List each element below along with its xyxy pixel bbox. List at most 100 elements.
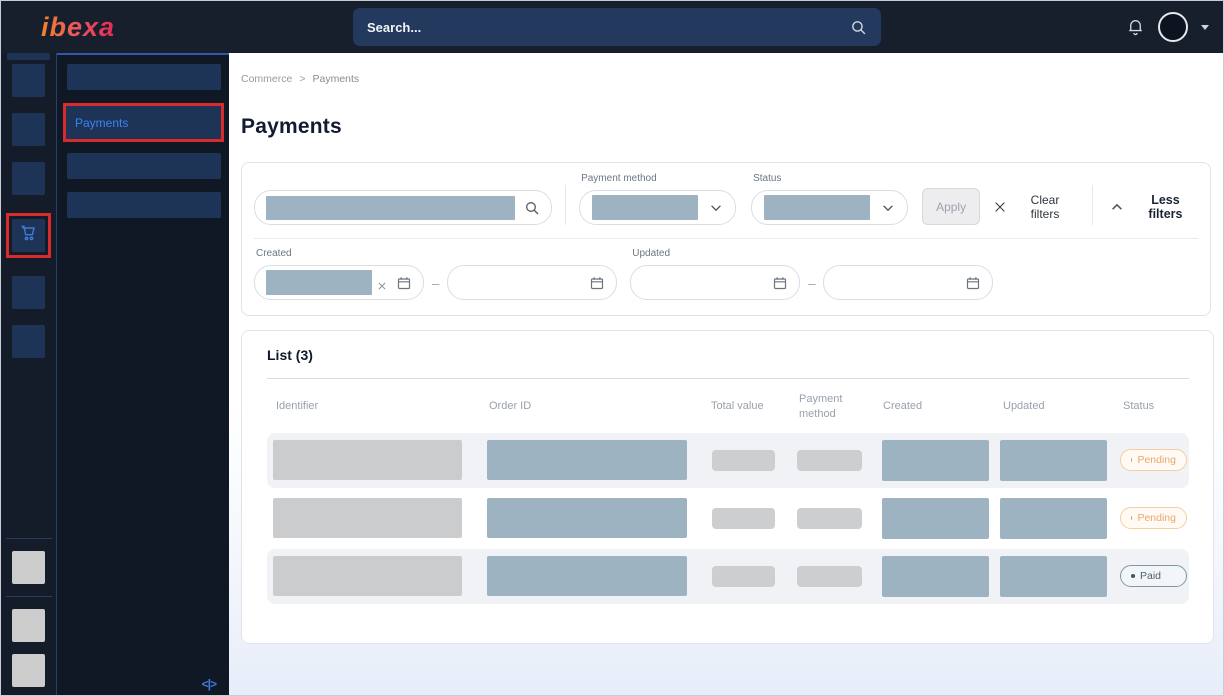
updated-range-inputs bbox=[630, 265, 800, 300]
payment-method-placeholder bbox=[797, 508, 862, 529]
calendar-icon[interactable] bbox=[396, 275, 412, 291]
rail-bottom-item-2[interactable] bbox=[12, 609, 45, 642]
status-label: Paid bbox=[1140, 570, 1161, 582]
rail-bottom-item-1[interactable] bbox=[12, 551, 45, 584]
status-badge: Paid bbox=[1120, 565, 1187, 587]
breadcrumb-section[interactable]: Commerce bbox=[241, 73, 292, 85]
table-header: Identifier Order ID Total value Payment … bbox=[267, 379, 1189, 433]
search-icon[interactable] bbox=[850, 19, 867, 36]
user-avatar[interactable] bbox=[1158, 12, 1188, 42]
main-content: Commerce > Payments Payments bbox=[229, 53, 1223, 695]
search-value-placeholder bbox=[266, 196, 515, 220]
created-to-input[interactable] bbox=[447, 265, 617, 300]
payment-method-placeholder bbox=[797, 450, 862, 471]
global-search-input[interactable] bbox=[367, 20, 850, 35]
updated-placeholder bbox=[1000, 556, 1107, 597]
filter-divider bbox=[1092, 185, 1093, 225]
column-header-status: Status bbox=[1114, 399, 1187, 414]
notifications-bell-icon[interactable] bbox=[1126, 17, 1145, 37]
created-range-inputs bbox=[254, 265, 424, 300]
rail-item-3[interactable] bbox=[12, 162, 45, 195]
updated-placeholder bbox=[1000, 498, 1107, 539]
status-badge: Pending bbox=[1120, 449, 1187, 471]
status-dot-icon bbox=[1131, 574, 1135, 578]
status-label: Pending bbox=[1137, 454, 1176, 466]
payment-method-group: Payment method bbox=[579, 173, 736, 225]
breadcrumb-current: Payments bbox=[312, 73, 359, 85]
total-value-placeholder bbox=[712, 508, 775, 529]
rail-bottom-group bbox=[1, 532, 56, 695]
rail-top-strip bbox=[7, 53, 50, 60]
column-header-order-id: Order ID bbox=[480, 399, 560, 414]
filters-row-1: Payment method Status bbox=[242, 163, 1210, 238]
created-placeholder bbox=[882, 556, 989, 597]
rail-item-5[interactable] bbox=[12, 276, 45, 309]
clear-date-icon[interactable] bbox=[377, 278, 387, 288]
secondary-sidebar: Payments <|> bbox=[57, 53, 229, 695]
clear-filters-button[interactable]: Clear filters bbox=[993, 188, 1075, 225]
status-select[interactable] bbox=[751, 190, 908, 225]
ibexa-logo[interactable]: ibexa bbox=[41, 12, 115, 43]
rail-divider bbox=[6, 538, 52, 539]
created-label: Created bbox=[256, 248, 424, 259]
search-icon[interactable] bbox=[524, 200, 540, 216]
identifier-placeholder bbox=[273, 556, 462, 596]
order-id-placeholder bbox=[487, 440, 687, 480]
updated-placeholder bbox=[1000, 440, 1107, 481]
calendar-icon[interactable] bbox=[772, 275, 788, 291]
apply-button[interactable]: Apply bbox=[922, 188, 980, 225]
sidebar-item-3[interactable] bbox=[67, 153, 221, 179]
updated-range-group: Updated bbox=[630, 248, 800, 300]
table-row[interactable]: Paid bbox=[267, 549, 1189, 604]
sidebar-collapse-icon[interactable]: <|> bbox=[202, 677, 216, 691]
sidebar-item-4[interactable] bbox=[67, 192, 221, 218]
global-search[interactable] bbox=[353, 8, 881, 46]
chevron-up-icon bbox=[1110, 200, 1124, 214]
less-filters-button[interactable]: Less filters bbox=[1110, 188, 1198, 225]
payments-highlight-box: Payments bbox=[63, 103, 224, 142]
topbar: ibexa bbox=[1, 1, 1223, 53]
rail-item-2[interactable] bbox=[12, 113, 45, 146]
filter-search-field[interactable] bbox=[254, 190, 552, 225]
calendar-icon[interactable] bbox=[589, 275, 605, 291]
order-id-placeholder bbox=[487, 556, 687, 596]
table-row[interactable]: Pending bbox=[267, 433, 1189, 488]
created-from-value-placeholder bbox=[266, 270, 372, 295]
rail-item-1[interactable] bbox=[12, 64, 45, 97]
sidebar-item-1[interactable] bbox=[67, 64, 221, 90]
list-title: List (3) bbox=[267, 347, 1189, 363]
breadcrumb: Commerce > Payments bbox=[241, 73, 1214, 85]
column-header-payment-method: Payment method bbox=[790, 392, 870, 422]
payment-method-value-placeholder bbox=[592, 195, 698, 220]
sidebar-item-payments-label: Payments bbox=[66, 116, 128, 130]
less-filters-label: Less filters bbox=[1133, 193, 1198, 221]
created-from-input[interactable] bbox=[254, 265, 424, 300]
table-row[interactable]: Pending bbox=[267, 491, 1189, 546]
rail-bottom-item-3[interactable] bbox=[12, 654, 45, 687]
payment-method-placeholder bbox=[797, 566, 862, 587]
payment-method-select[interactable] bbox=[579, 190, 736, 225]
total-value-placeholder bbox=[712, 450, 775, 471]
breadcrumb-separator: > bbox=[299, 73, 305, 85]
status-dot-icon bbox=[1131, 458, 1132, 462]
identifier-placeholder bbox=[273, 440, 462, 480]
rail-item-6[interactable] bbox=[12, 325, 45, 358]
range-separator: – bbox=[432, 276, 439, 291]
caret-down-icon[interactable] bbox=[1201, 25, 1209, 30]
column-header-total-value: Total value bbox=[702, 399, 782, 414]
updated-from-input[interactable] bbox=[630, 265, 800, 300]
rail-divider bbox=[6, 596, 52, 597]
created-placeholder bbox=[882, 498, 989, 539]
total-value-placeholder bbox=[712, 566, 775, 587]
calendar-icon[interactable] bbox=[965, 275, 981, 291]
updated-label: Updated bbox=[632, 248, 800, 259]
body-row: Payments <|> Commerce > Payments Payment… bbox=[1, 53, 1223, 695]
status-label: Pending bbox=[1137, 512, 1176, 524]
chevron-down-icon bbox=[881, 201, 895, 215]
updated-to-input[interactable] bbox=[823, 265, 993, 300]
status-badge: Pending bbox=[1120, 507, 1187, 529]
app-window: ibexa bbox=[0, 0, 1224, 696]
sidebar-item-payments[interactable]: Payments bbox=[66, 106, 221, 139]
rail-item-commerce[interactable] bbox=[12, 219, 45, 252]
payment-method-label: Payment method bbox=[581, 173, 736, 184]
